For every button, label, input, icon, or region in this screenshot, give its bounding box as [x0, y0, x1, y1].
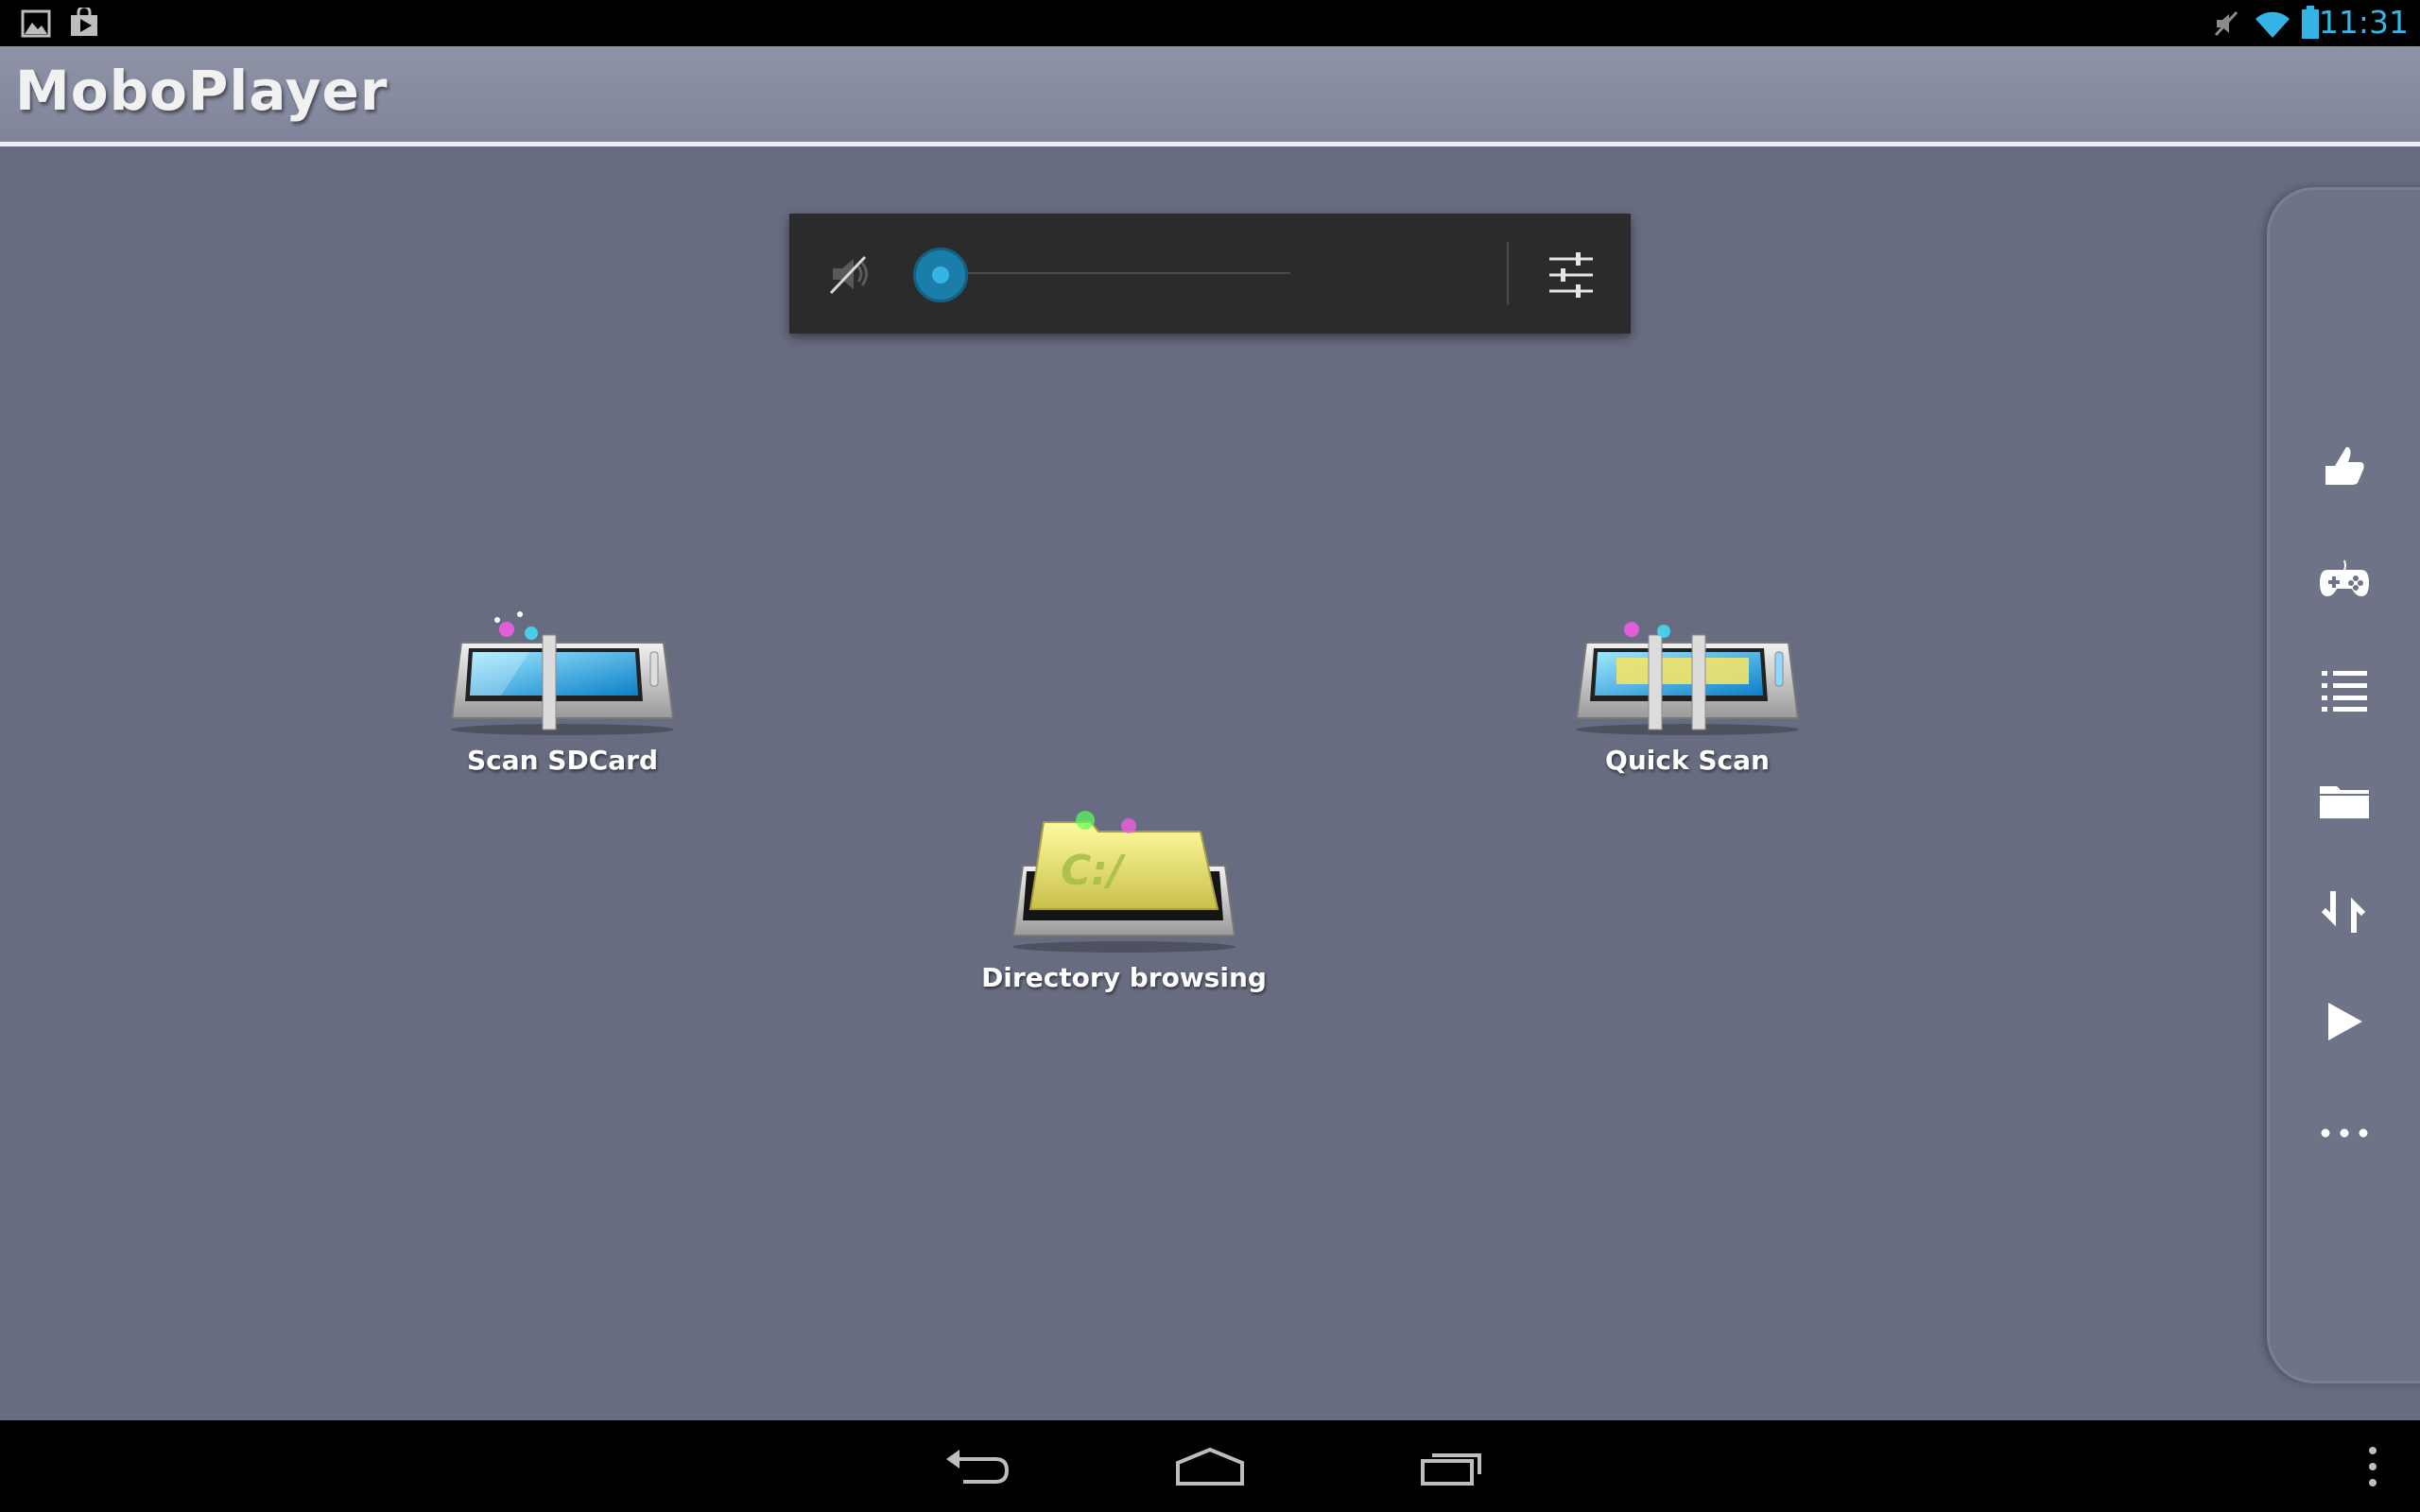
navigation-bar: [0, 1420, 2420, 1512]
equalizer-sliders-icon[interactable]: [1546, 249, 1597, 301]
mute-status-icon: [2214, 10, 2238, 37]
play-store-notification-icon: [71, 8, 97, 36]
rail-folder-button[interactable]: [2297, 758, 2392, 843]
overflow-menu-icon: [2369, 1446, 2377, 1486]
rail-list-button[interactable]: [2297, 647, 2392, 732]
rail-sort-button[interactable]: [2297, 869, 2392, 954]
status-bar: 11:31: [0, 0, 2420, 46]
recent-apps-icon: [1421, 1452, 1481, 1486]
clock: 11:31: [2318, 4, 2409, 41]
directory-browsing-launcher[interactable]: C:/ Directory browsing: [954, 803, 1294, 993]
scan-sdcard-launcher[interactable]: Scan SDCard: [392, 586, 733, 776]
scan-sdcard-label: Scan SDCard: [466, 745, 659, 776]
overflow-menu-button[interactable]: [2354, 1420, 2392, 1512]
rail-more-button[interactable]: [2297, 1091, 2392, 1176]
gamepad-icon: [2320, 559, 2369, 596]
app-title: MoboPlayer: [15, 59, 389, 123]
recent-apps-button[interactable]: [1401, 1420, 1505, 1512]
speaker-muted-icon[interactable]: [827, 251, 873, 297]
back-button[interactable]: [926, 1420, 1030, 1512]
folder-icon: [2320, 786, 2369, 818]
quick-scan-launcher[interactable]: Quick Scan: [1517, 586, 1858, 776]
home-icon: [1176, 1447, 1244, 1486]
quick-scan-icon: [1575, 622, 1800, 735]
volume-slider-thumb[interactable]: [913, 248, 968, 302]
battery-icon: [2302, 6, 2319, 39]
directory-folder-icon: C:/: [1011, 811, 1236, 953]
panel-divider: [1507, 242, 1509, 305]
list-icon: [2322, 671, 2367, 712]
volume-panel: [789, 214, 1631, 334]
thumbs-up-icon: [2325, 447, 2364, 485]
play-icon: [2328, 1003, 2362, 1040]
rail-like-button[interactable]: [2297, 423, 2392, 508]
scan-sdcard-icon: [450, 611, 675, 735]
action-bar-divider: [0, 142, 2420, 146]
svg-text:C:/: C:/: [1061, 847, 1127, 895]
rail-games-button[interactable]: [2297, 537, 2392, 622]
volume-slider-track[interactable]: [941, 272, 1290, 274]
directory-browsing-label: Directory browsing: [981, 962, 1267, 993]
sort-arrows-icon: [2321, 891, 2366, 933]
home-button[interactable]: [1158, 1420, 1262, 1512]
back-icon: [946, 1449, 1010, 1484]
wifi-icon: [2256, 11, 2290, 39]
rail-play-button[interactable]: [2297, 979, 2392, 1064]
more-dots-icon: [2321, 1128, 2368, 1138]
picture-notification-icon: [21, 9, 51, 38]
quick-scan-label: Quick Scan: [1605, 745, 1770, 776]
